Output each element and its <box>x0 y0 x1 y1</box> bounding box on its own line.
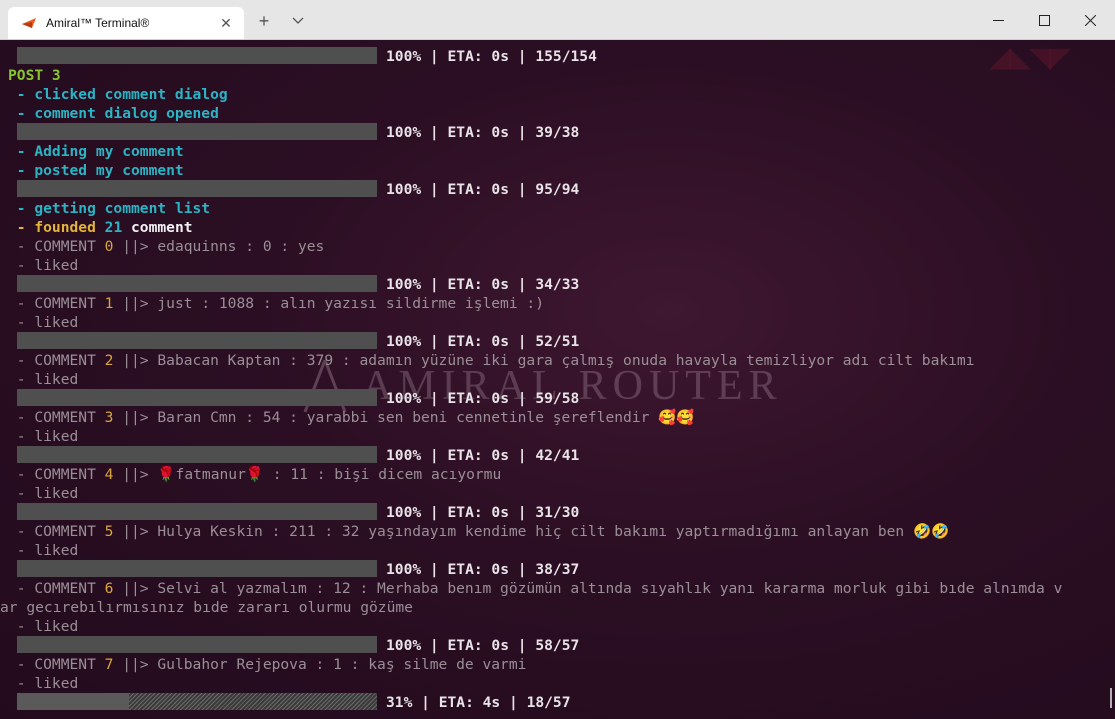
log-line: - getting comment list <box>8 200 211 217</box>
progress-bar <box>17 389 377 406</box>
progress-fill <box>17 693 129 710</box>
chevron-down-icon[interactable] <box>286 9 310 33</box>
progress-bar <box>17 636 377 653</box>
progress-line: 100% | ETA: 0s | 42/41 <box>8 446 1108 465</box>
log-line: - comment dialog opened <box>8 105 219 122</box>
liked-line: - liked <box>8 542 79 559</box>
comment-line: - COMMENT 0 ||> edaquinns : 0 : yes <box>8 238 325 255</box>
app-icon <box>22 18 36 28</box>
liked-line: - liked <box>8 675 79 692</box>
comment-line: - COMMENT 4 ||> 🌹fatmanur🌹 : 11 : bişi d… <box>8 466 502 483</box>
progress-bar-partial <box>17 693 377 710</box>
progress-line: 100% | ETA: 0s | 95/94 <box>8 180 1108 199</box>
progress-bar <box>17 180 377 197</box>
progress-line: 100% | ETA: 0s | 39/38 <box>8 123 1108 142</box>
liked-line: - liked <box>8 257 79 274</box>
title-bar: Amiral™ Terminal® ✕ + <box>0 0 1115 40</box>
progress-line: 100% | ETA: 0s | 155/154 <box>8 47 1108 66</box>
maximize-button[interactable] <box>1021 6 1067 34</box>
comment-line: - COMMENT 6 ||> Selvi al yazmalım : 12 :… <box>8 580 1063 597</box>
close-button[interactable] <box>1067 6 1113 34</box>
scrollbar[interactable] <box>1110 688 1112 708</box>
tab-close-icon[interactable]: ✕ <box>214 15 238 32</box>
progress-line: 31% | ETA: 4s | 18/57 <box>8 693 1108 712</box>
progress-remaining <box>128 693 377 710</box>
progress-line: 100% | ETA: 0s | 31/30 <box>8 503 1108 522</box>
log-line: - clicked comment dialog <box>8 86 228 103</box>
liked-line: - liked <box>8 428 79 445</box>
comment-line: - COMMENT 5 ||> Hulya Keskin : 211 : 32 … <box>8 523 950 540</box>
progress-bar <box>17 123 377 140</box>
post-header: POST 3 <box>8 67 61 84</box>
log-line: - Adding my comment <box>8 143 184 160</box>
progress-bar <box>17 47 377 64</box>
terminal-output[interactable]: ◢◣◥◤ AMIRAL ROUTER 100% | ETA: 0s | 155/… <box>0 40 1115 719</box>
progress-line: 100% | ETA: 0s | 52/51 <box>8 332 1108 351</box>
log-line: - posted my comment <box>8 162 184 179</box>
comment-line: - COMMENT 3 ||> Baran Cmn : 54 : yarabbi… <box>8 409 695 426</box>
comment-line: - COMMENT 1 ||> just : 1088 : alın yazıs… <box>8 295 544 312</box>
minimize-button[interactable] <box>975 6 1021 34</box>
liked-line: - liked <box>8 485 79 502</box>
progress-bar <box>17 275 377 292</box>
liked-line: - liked <box>8 314 79 331</box>
progress-line: 100% | ETA: 0s | 58/57 <box>8 636 1108 655</box>
comment-line: - COMMENT 2 ||> Babacan Kaptan : 379 : a… <box>8 352 975 369</box>
liked-line: - liked <box>8 371 79 388</box>
new-tab-button[interactable]: + <box>252 9 276 33</box>
progress-line: 100% | ETA: 0s | 38/37 <box>8 560 1108 579</box>
progress-bar <box>17 332 377 349</box>
progress-line: 100% | ETA: 0s | 34/33 <box>8 275 1108 294</box>
terminal-tab[interactable]: Amiral™ Terminal® ✕ <box>8 7 244 39</box>
progress-line: 100% | ETA: 0s | 59/58 <box>8 389 1108 408</box>
log-line: - founded 21 comment <box>8 219 193 236</box>
liked-line: - liked <box>8 618 79 635</box>
progress-bar <box>17 446 377 463</box>
progress-bar <box>17 503 377 520</box>
progress-bar <box>17 560 377 577</box>
comment-continuation: ar gecırebılırmısınız bıde zararı olurmu… <box>0 599 413 616</box>
comment-line: - COMMENT 7 ||> Gulbahor Rejepova : 1 : … <box>8 656 527 673</box>
tab-title: Amiral™ Terminal® <box>46 16 150 30</box>
